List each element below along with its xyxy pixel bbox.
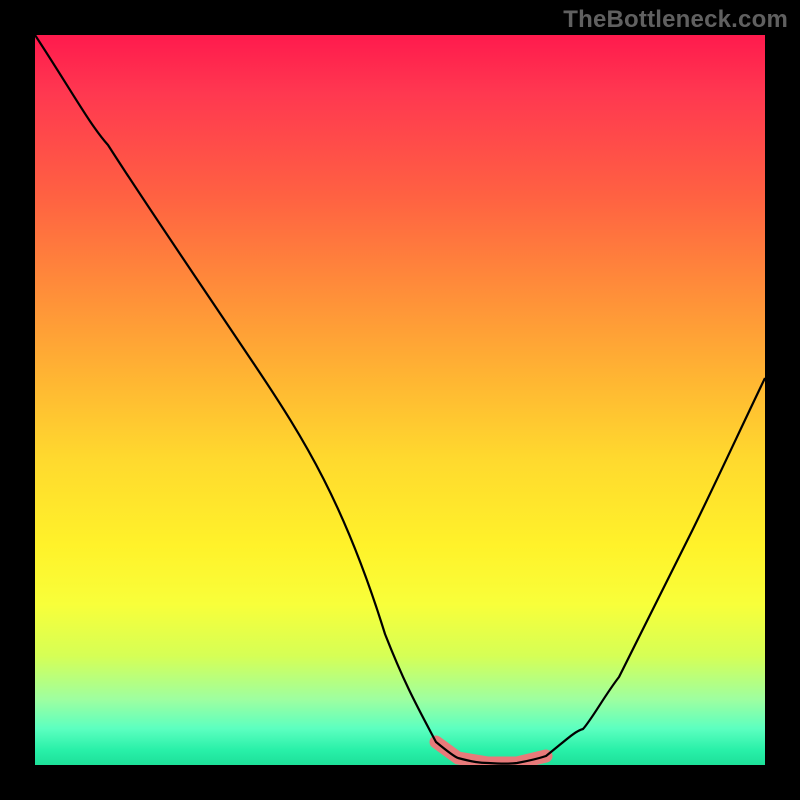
- chart-svg: [35, 35, 765, 765]
- bottleneck-curve: [35, 35, 765, 764]
- watermark-text: TheBottleneck.com: [563, 6, 788, 34]
- plot-area: [35, 35, 765, 765]
- chart-frame: TheBottleneck.com: [0, 0, 800, 800]
